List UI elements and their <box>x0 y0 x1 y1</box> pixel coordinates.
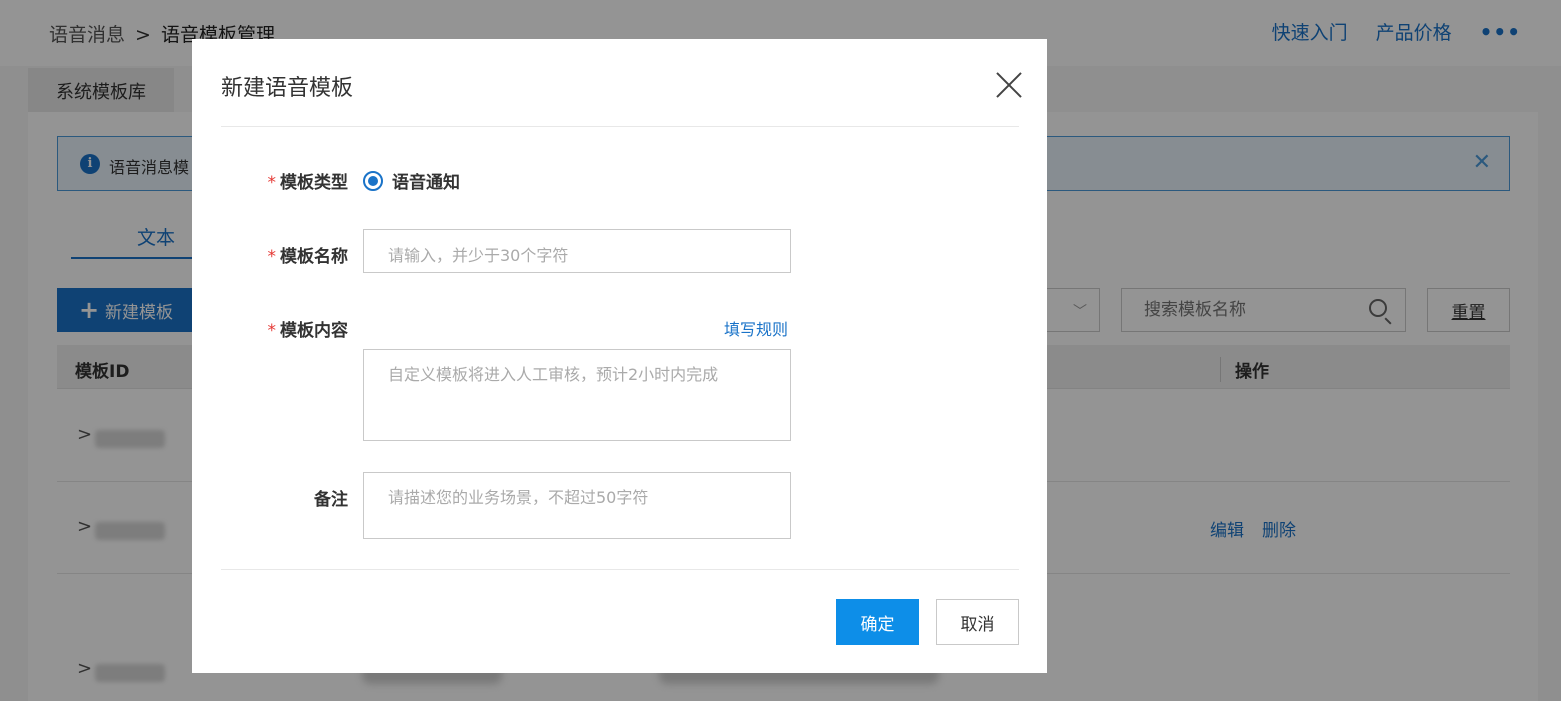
cancel-button[interactable]: 取消 <box>936 599 1019 645</box>
new-template-dialog: 新建语音模板 * 模板类型 语音通知 * 模板名称 请输入，并少于30个字符 * 模板… <box>192 39 1047 673</box>
dialog-title: 新建语音模板 <box>221 76 354 101</box>
header-divider <box>221 126 1019 127</box>
name-label: * 模板名称 <box>192 242 349 267</box>
confirm-button[interactable]: 确定 <box>836 599 919 645</box>
template-name-input[interactable]: 请输入，并少于30个字符 <box>363 229 791 273</box>
content-label-text: 模板内容 <box>280 321 348 341</box>
template-content-textarea[interactable]: 自定义模板将进入人工审核，预计2小时内完成 <box>363 349 791 441</box>
remark-placeholder: 请描述您的业务场景，不超过50字符 <box>388 488 649 507</box>
required-mark: * <box>267 247 277 267</box>
type-label-text: 模板类型 <box>280 173 348 193</box>
footer-divider <box>221 569 1019 570</box>
remark-label: 备注 <box>192 485 348 510</box>
remark-label-text: 备注 <box>314 490 348 510</box>
fill-rules-link[interactable]: 填写规则 <box>724 316 788 340</box>
remark-textarea[interactable]: 请描述您的业务场景，不超过50字符 <box>363 472 791 539</box>
radio-label-voice-notice[interactable]: 语音通知 <box>392 168 460 193</box>
content-label: * 模板内容 <box>192 316 349 341</box>
close-icon[interactable] <box>995 71 1023 99</box>
required-mark: * <box>267 321 277 341</box>
type-label: * 模板类型 <box>192 168 349 193</box>
radio-selected-icon[interactable] <box>363 170 383 191</box>
template-name-placeholder: 请输入，并少于30个字符 <box>388 246 569 265</box>
template-content-placeholder: 自定义模板将进入人工审核，预计2小时内完成 <box>388 365 719 384</box>
name-label-text: 模板名称 <box>280 247 348 267</box>
required-mark: * <box>267 173 277 193</box>
type-radio-option[interactable]: 语音通知 <box>363 168 460 193</box>
